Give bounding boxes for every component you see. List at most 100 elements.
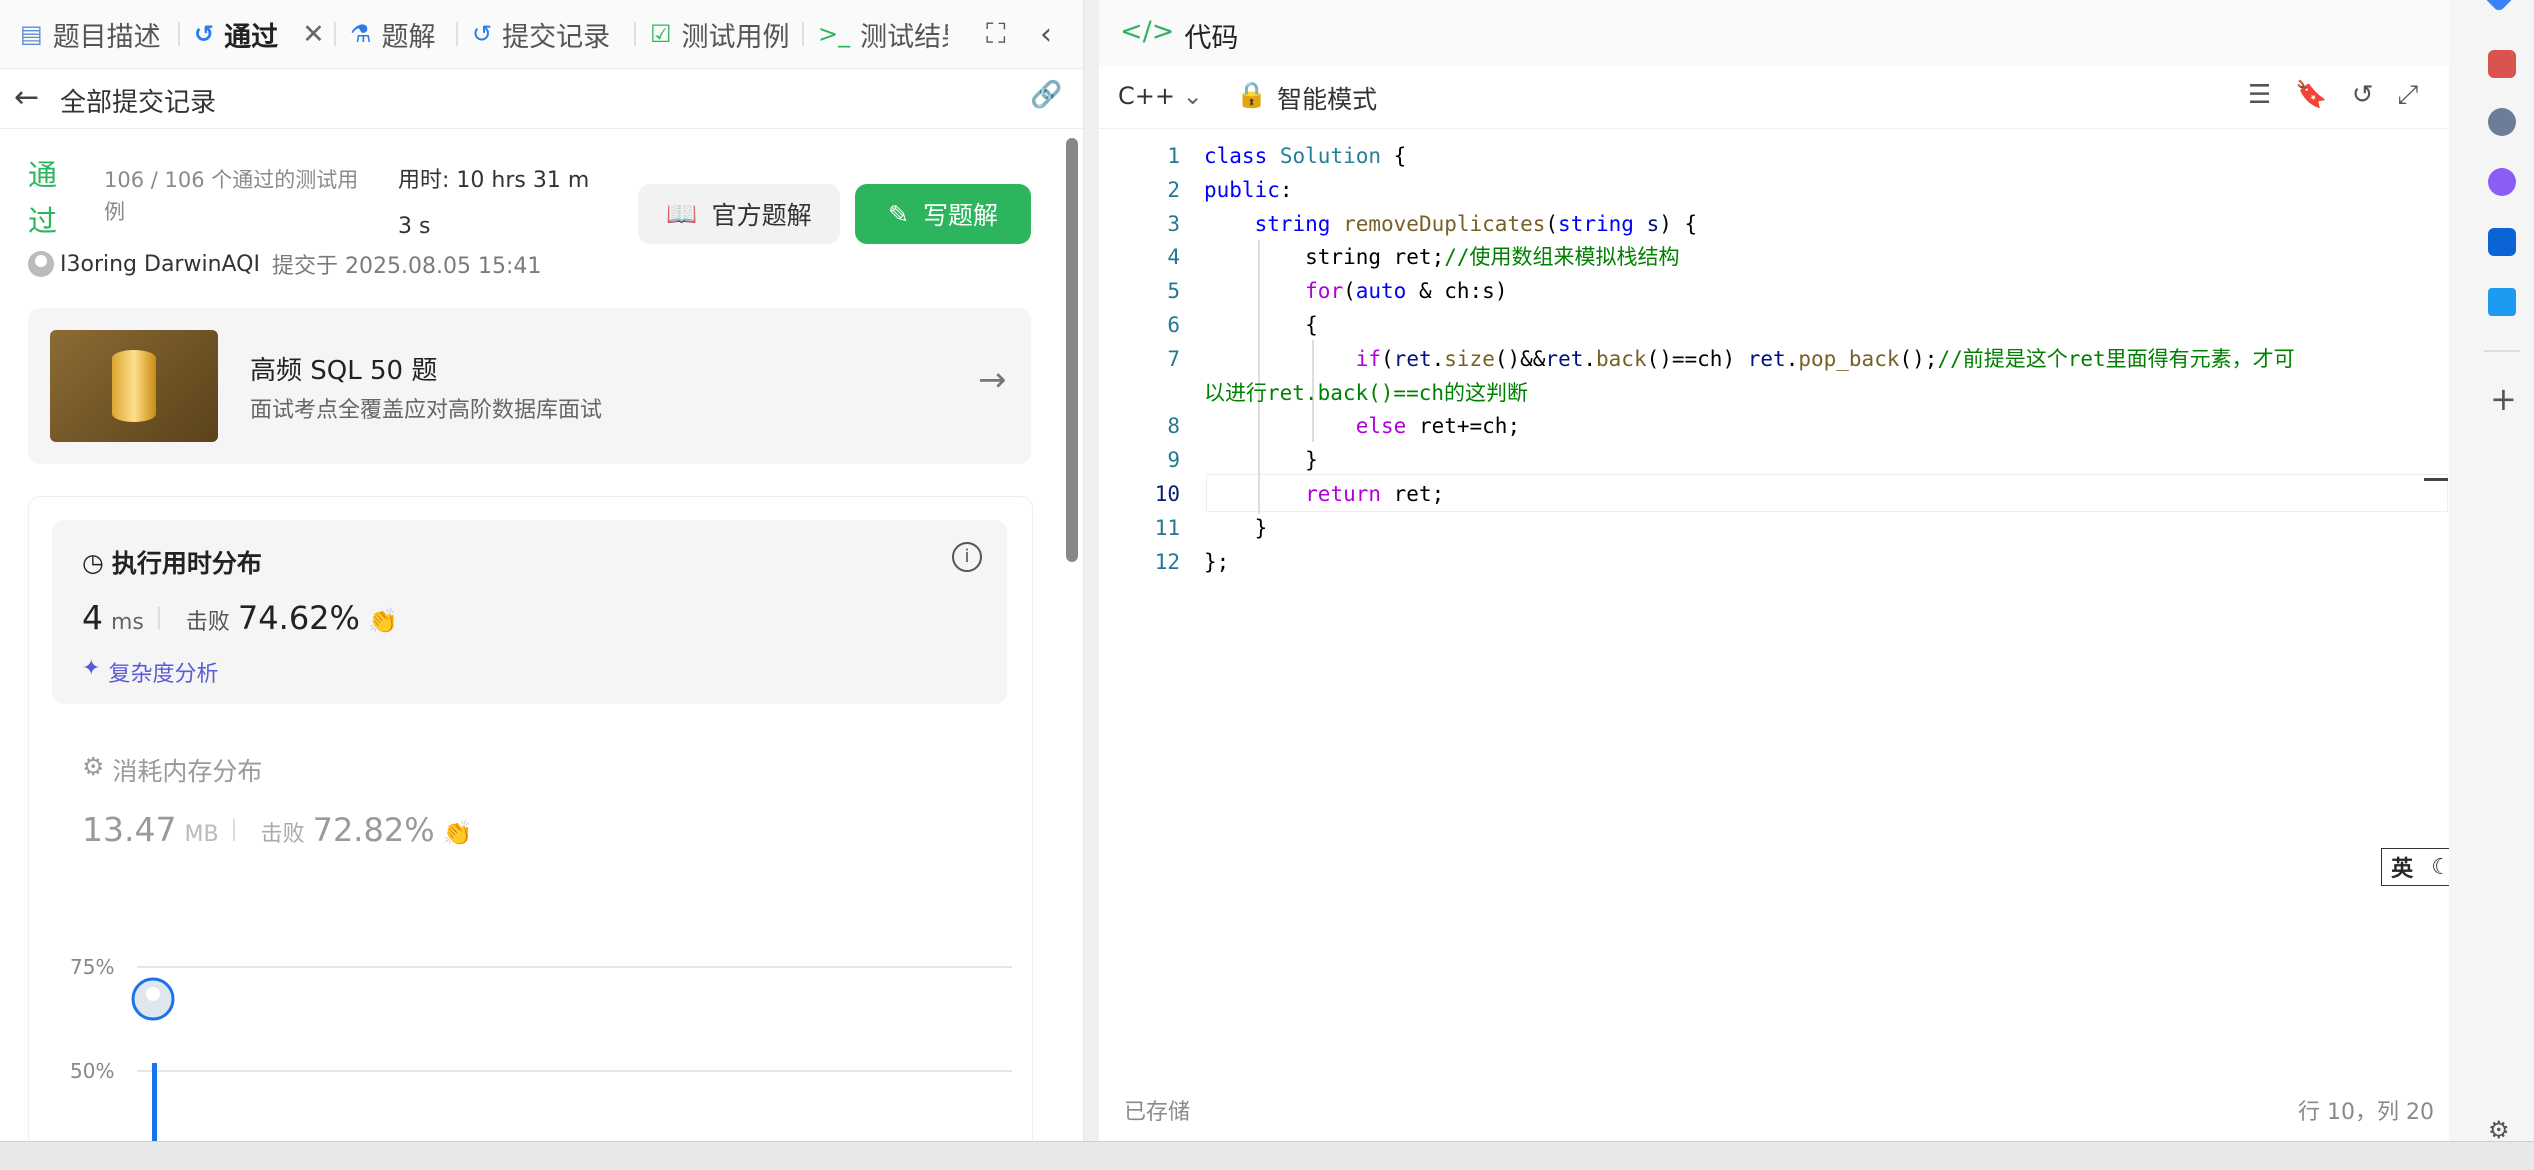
- code-line[interactable]: for(auto & ch:s): [1204, 275, 1507, 309]
- line-number: 1: [1167, 144, 1180, 168]
- tab-accepted[interactable]: ↺ 通过 ✕: [194, 14, 325, 54]
- code-line[interactable]: }: [1204, 444, 1318, 478]
- status-label: 通过: [28, 158, 58, 238]
- ime-lang[interactable]: 英: [2391, 851, 2413, 883]
- send-icon[interactable]: [2488, 288, 2516, 316]
- clap-icon: 👏: [367, 607, 398, 635]
- divider: [157, 607, 160, 629]
- code-line[interactable]: string ret;//使用数组来模拟栈结构: [1204, 241, 1679, 275]
- format-icon[interactable]: ☰: [2248, 80, 2271, 111]
- complexity-analysis-link[interactable]: ✦ 复杂度分析: [82, 656, 218, 688]
- line-number: 12: [1154, 549, 1180, 574]
- collapse-icon[interactable]: ‹: [1040, 14, 1052, 54]
- tab-test-result[interactable]: >_测试结果: [818, 14, 948, 54]
- language-select[interactable]: C++ ⌄: [1118, 82, 1203, 110]
- chart-bar[interactable]: [152, 1063, 157, 1141]
- avatar-head: [146, 987, 160, 1001]
- runtime-distribution[interactable]: ◷ 执行用时分布 i 4 ms 击败 74.62% 👏 ✦ 复杂度分析: [52, 520, 1007, 704]
- arrow-right-icon: →: [978, 360, 1007, 400]
- bookmark-icon[interactable]: 🔖: [2295, 80, 2327, 111]
- save-status: 已存储: [1124, 1100, 1191, 1125]
- code-line[interactable]: return ret;: [1204, 478, 1444, 512]
- clap-icon: 👏: [442, 819, 473, 847]
- settings-icon[interactable]: ⚙: [2488, 1116, 2510, 1144]
- toolbox-icon[interactable]: [2488, 50, 2516, 78]
- memory-value: 13.47 MB 击败 72.82% 👏: [82, 810, 473, 849]
- memory-heading[interactable]: ⚙ 消耗内存分布: [82, 752, 262, 788]
- outlook-icon[interactable]: [2488, 228, 2516, 256]
- user-name[interactable]: I3oring DarwinAQI: [60, 252, 260, 277]
- code-line[interactable]: 以进行ret.back()==ch的这判断: [1204, 377, 1528, 411]
- tab-solutions[interactable]: ⚗ 题解: [350, 14, 436, 54]
- promo-subtitle: 面试考点全覆盖应对高阶数据库面试: [250, 398, 603, 423]
- promo-title: 高频 SQL 50 题: [250, 356, 438, 386]
- code-line[interactable]: {: [1204, 309, 1318, 343]
- divider: [232, 819, 235, 841]
- left-scrollbar[interactable]: [1066, 138, 1078, 562]
- sparkle-icon: ✦: [82, 656, 101, 681]
- code-line[interactable]: class Solution {: [1204, 140, 1406, 174]
- write-solution-button[interactable]: ✎ 写题解: [855, 184, 1031, 244]
- history-icon: ↺: [194, 20, 215, 48]
- book-icon: 📖: [666, 199, 698, 228]
- code-line[interactable]: string removeDuplicates(string s) {: [1204, 208, 1698, 242]
- tab-submissions[interactable]: ↺ 提交记录: [472, 14, 610, 54]
- sql-promo-card[interactable]: 高频 SQL 50 题 面试考点全覆盖应对高阶数据库面试 →: [28, 308, 1031, 464]
- line-number: 3: [1167, 211, 1180, 236]
- cursor-position: 行 10，列 20: [2298, 1100, 2434, 1125]
- reset-icon[interactable]: ↺: [2352, 80, 2374, 111]
- avatar[interactable]: [28, 251, 54, 277]
- moon-icon[interactable]: ☾: [2431, 855, 2451, 880]
- code-line[interactable]: };: [1204, 546, 1229, 580]
- database-icon: [50, 330, 218, 442]
- link-icon[interactable]: 🔗: [1030, 80, 1062, 110]
- code-line[interactable]: else ret+=ch;: [1204, 410, 1520, 444]
- line-number: 10: [1154, 482, 1180, 506]
- line-number: 11: [1154, 515, 1180, 540]
- submit-date: 提交于 2025.08.05 15:41: [272, 254, 542, 279]
- code-line[interactable]: }: [1204, 512, 1268, 546]
- tests-passed: 106 / 106 个通过的测试用例: [104, 168, 359, 224]
- line-number: 5: [1167, 279, 1180, 304]
- document-icon: ▤: [20, 20, 43, 48]
- submission-subheader: ← 全部提交记录 🔗: [0, 68, 1083, 129]
- official-solution-button[interactable]: 📖 官方题解: [638, 184, 840, 244]
- flask-icon: ⚗: [350, 20, 372, 48]
- smart-mode-toggle[interactable]: 🔒 智能模式: [1236, 80, 1377, 116]
- chess-icon[interactable]: [2488, 108, 2516, 136]
- tab-separator: [178, 22, 180, 46]
- checkbox-icon: ☑: [650, 20, 672, 48]
- all-submissions-link[interactable]: 全部提交记录: [60, 82, 216, 119]
- line-number: 2: [1167, 177, 1180, 202]
- close-icon[interactable]: ✕: [302, 19, 325, 50]
- y-tick-label: 75%: [70, 955, 114, 979]
- line-number: 8: [1167, 414, 1180, 439]
- editor-actions: ☰ 🔖 ↺ ⤢: [2248, 80, 2418, 111]
- code-title: </> 代码: [1120, 16, 1239, 54]
- code-line[interactable]: public:: [1204, 174, 1293, 208]
- submitter-info: I3oring DarwinAQI 提交于 2025.08.05 15:41: [28, 248, 541, 280]
- info-icon[interactable]: i: [952, 542, 982, 572]
- tab-testcases[interactable]: ☑ 测试用例: [650, 14, 790, 54]
- line-number: 6: [1167, 313, 1180, 337]
- runtime-heading: ◷ 执行用时分布: [82, 547, 262, 579]
- taskbar: [0, 1141, 2534, 1170]
- history-icon: ↺: [472, 20, 493, 48]
- runtime-chart: 75%50%25%: [70, 955, 1012, 1141]
- runtime-value: 4 ms 击败 74.62% 👏: [82, 598, 398, 637]
- copilot-icon[interactable]: [2488, 168, 2516, 196]
- fullscreen-icon[interactable]: ⛶: [986, 14, 1006, 54]
- expand-icon[interactable]: ⤢: [2397, 80, 2418, 111]
- back-arrow-icon[interactable]: ←: [14, 80, 39, 115]
- chip-icon: ⚙: [82, 752, 105, 781]
- code-line[interactable]: if(ret.size()&&ret.back()==ch) ret.pop_b…: [1204, 343, 2295, 377]
- line-number: 4: [1167, 245, 1180, 270]
- minimap-marker: [2424, 478, 2448, 481]
- tab-separator: [456, 22, 458, 46]
- add-icon[interactable]: +: [2490, 380, 2517, 418]
- edit-icon: ✎: [888, 199, 909, 229]
- tab-separator: [334, 22, 336, 46]
- code-header: [1099, 0, 2449, 66]
- tab-description[interactable]: ▤ 题目描述: [20, 14, 161, 54]
- y-tick-label: 50%: [70, 1059, 114, 1083]
